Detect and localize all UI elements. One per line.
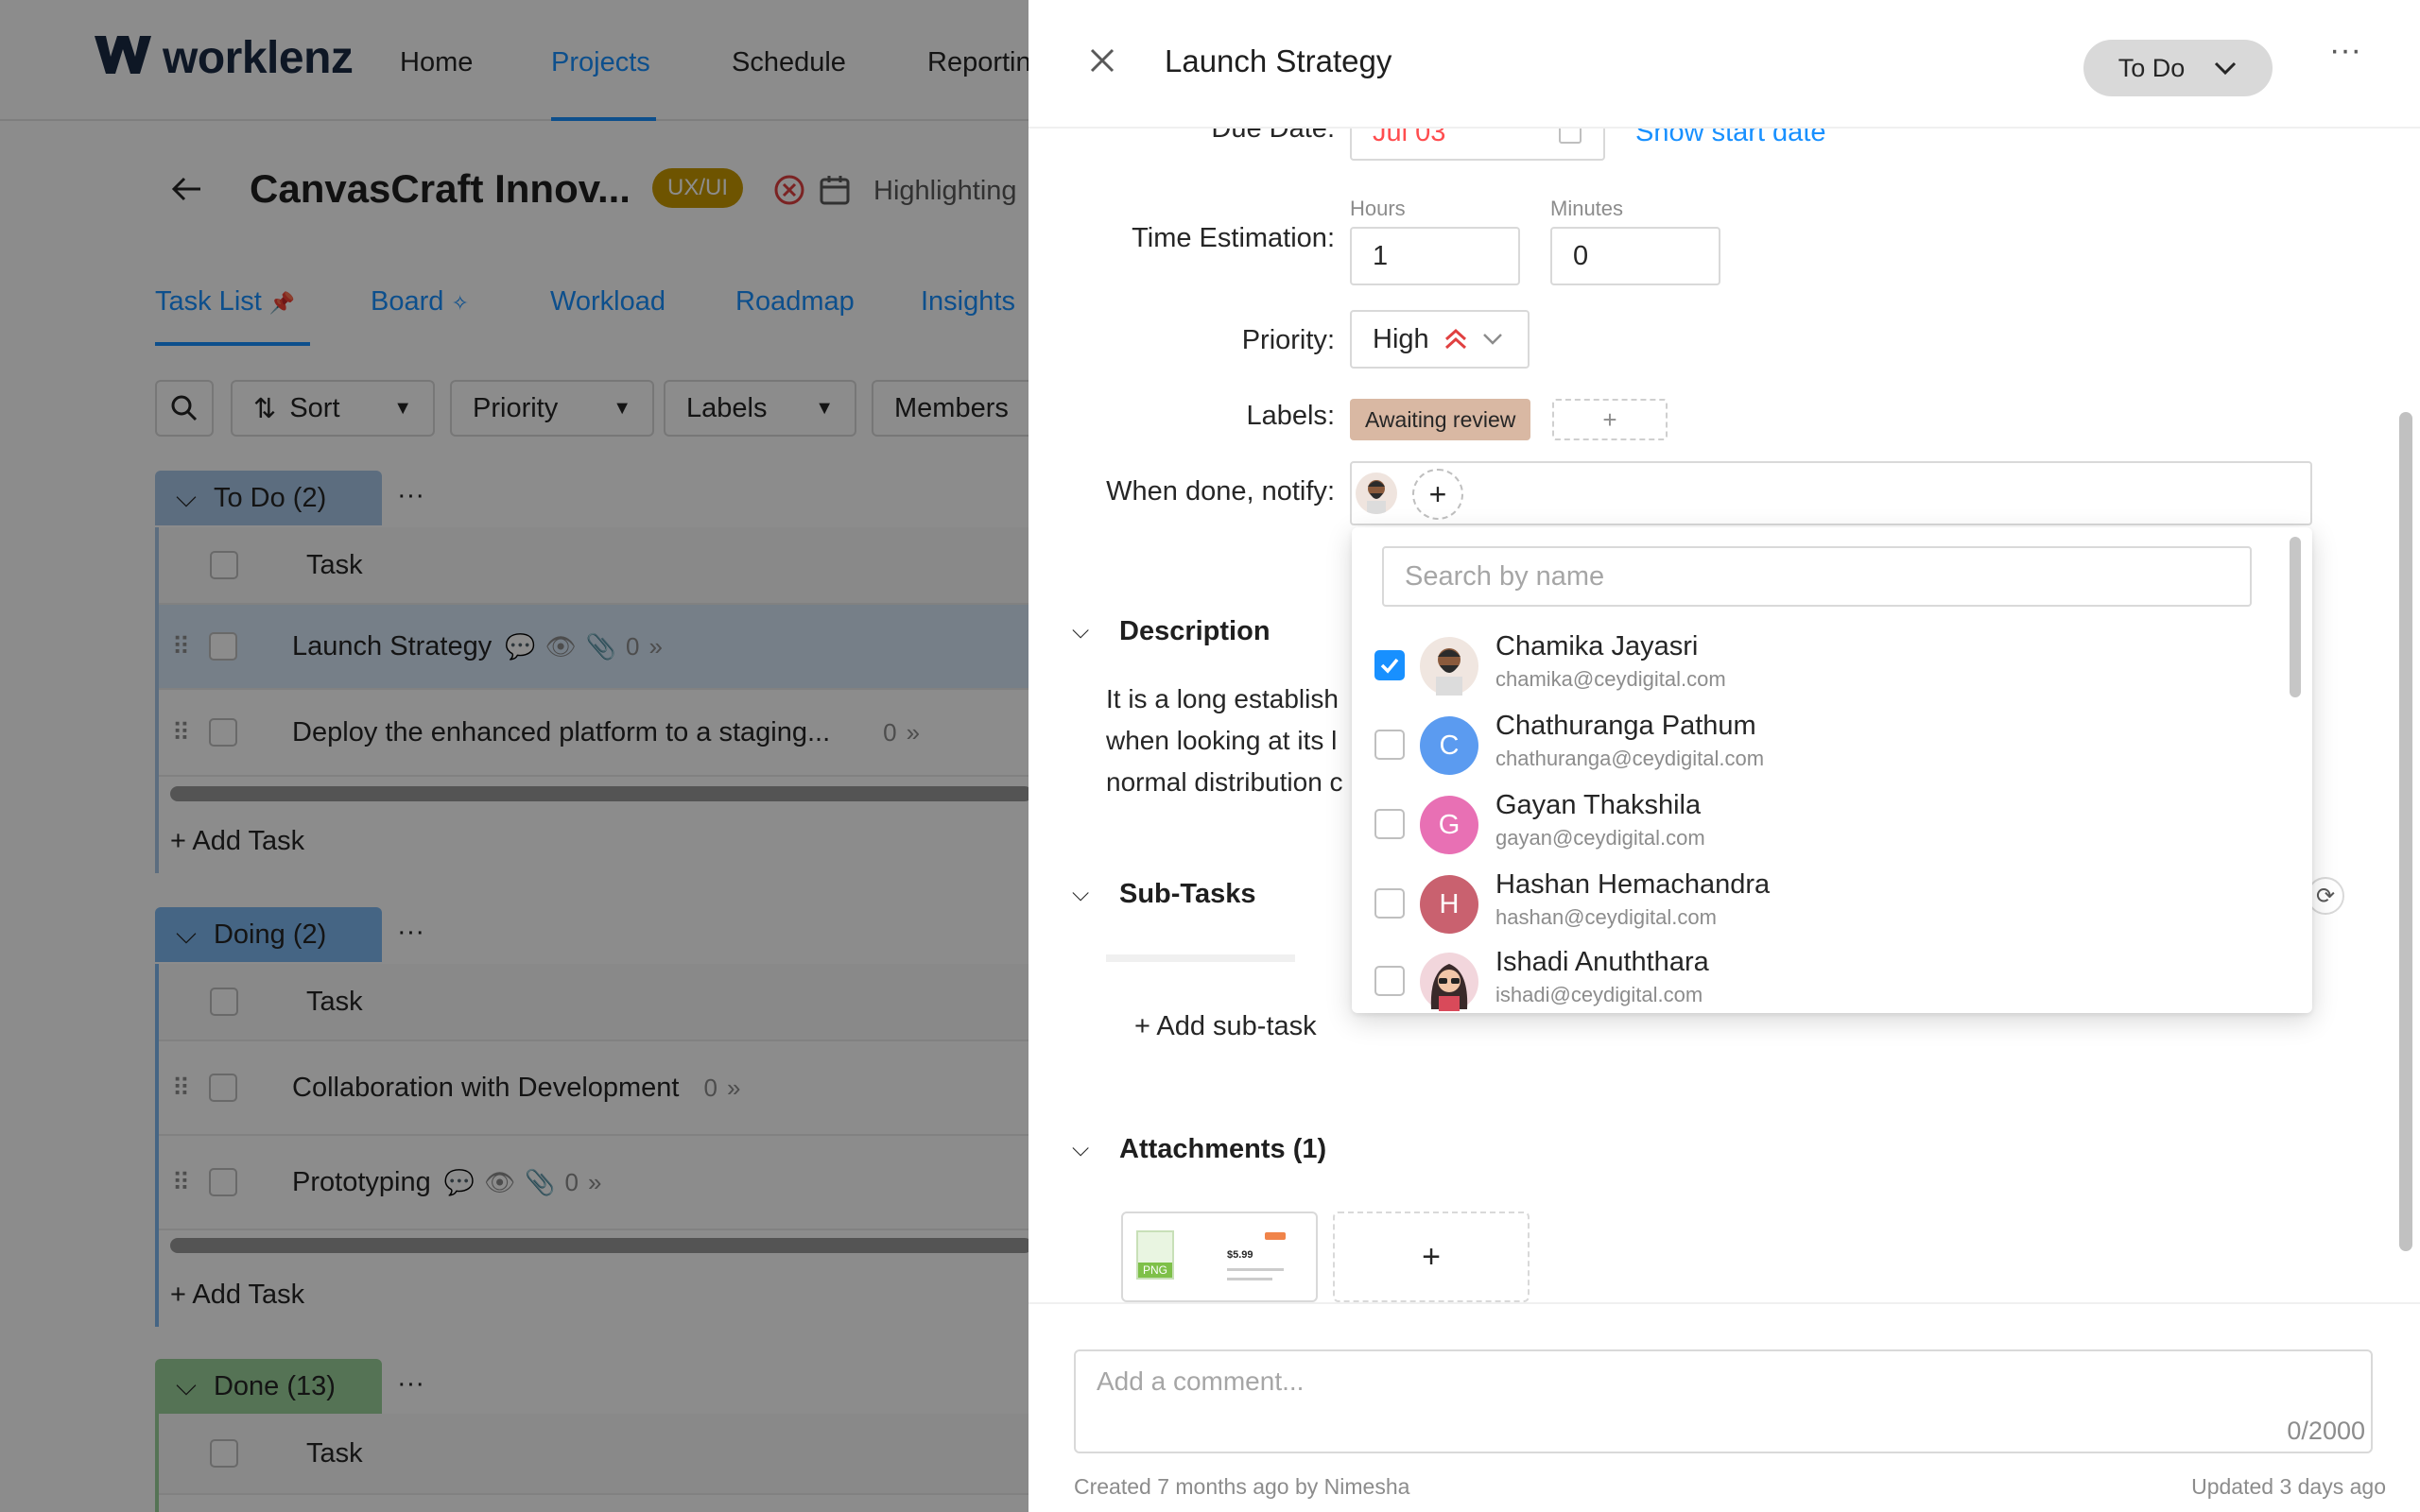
preview-price: $5.99 xyxy=(1227,1249,1253,1261)
notify-label: When done, notify: xyxy=(1106,476,1335,507)
member-checkbox[interactable] xyxy=(1374,730,1405,760)
labels-label: Labels: xyxy=(1246,401,1335,431)
description-text[interactable]: It is a long establish when looking at i… xyxy=(1106,679,1343,803)
plus-icon: + xyxy=(1428,476,1447,511)
member-search-input[interactable] xyxy=(1382,546,2252,607)
description-line: It is a long establish xyxy=(1106,684,1339,713)
subtasks-title[interactable]: Sub-Tasks xyxy=(1119,879,1256,910)
close-icon[interactable] xyxy=(1087,45,1117,76)
more-options-icon[interactable]: ··· xyxy=(2329,32,2361,69)
member-option[interactable]: Chamika Jayasri chamika@ceydigital.com xyxy=(1352,622,2288,701)
member-option[interactable]: Ishadi Anuththara ishadi@ceydigital.com xyxy=(1352,937,2288,1013)
preview-line xyxy=(1227,1278,1272,1280)
attachment-thumbnail[interactable]: PNG $5.99 xyxy=(1121,1211,1318,1302)
chevron-down-icon[interactable]: ⌵ xyxy=(1072,1136,1089,1162)
member-avatar: G xyxy=(1420,796,1478,854)
member-select-dropdown: Chamika Jayasri chamika@ceydigital.com C Ch… xyxy=(1352,527,2312,1013)
priority-value: High xyxy=(1373,323,1429,354)
notify-members-field[interactable]: + xyxy=(1350,461,2312,525)
drawer-backdrop[interactable] xyxy=(0,0,1028,1512)
member-option[interactable]: G Gayan Thakshila gayan@ceydigital.com xyxy=(1352,781,2288,860)
priority-high-icon xyxy=(1444,328,1466,350)
status-label: To Do xyxy=(2118,53,2186,82)
priority-select[interactable]: High xyxy=(1350,310,1530,369)
task-title[interactable]: Launch Strategy xyxy=(1165,43,1392,79)
member-name: Chamika Jayasri xyxy=(1495,631,1699,662)
member-checkbox[interactable] xyxy=(1374,966,1405,996)
plus-icon: + xyxy=(1602,404,1617,434)
member-email: chamika@ceydigital.com xyxy=(1495,667,1726,691)
member-avatar: C xyxy=(1420,716,1478,775)
plus-icon: + xyxy=(1422,1238,1441,1275)
add-attachment-button[interactable]: + xyxy=(1333,1211,1530,1302)
avatar-initial: C xyxy=(1439,730,1460,761)
comment-counter: 0/2000 xyxy=(2287,1417,2365,1445)
status-dropdown[interactable]: To Do xyxy=(2083,40,2273,96)
chevron-down-icon xyxy=(1482,334,1502,345)
member-option[interactable]: C Chathuranga Pathum chathuranga@ceydigita… xyxy=(1352,701,2288,781)
description-title[interactable]: Description xyxy=(1119,616,1270,647)
attachments-title[interactable]: Attachments (1) xyxy=(1119,1134,1326,1165)
created-info: Created 7 months ago by Nimesha xyxy=(1074,1474,1410,1499)
drawer-header: Launch Strategy To Do ··· xyxy=(1028,0,2420,129)
member-name: Gayan Thakshila xyxy=(1495,790,1702,820)
member-email: gayan@ceydigital.com xyxy=(1495,826,1705,850)
member-checkbox[interactable] xyxy=(1374,650,1405,680)
label-chip[interactable]: Awaiting review xyxy=(1350,399,1531,440)
member-name: Ishadi Anuththara xyxy=(1495,947,1709,977)
drawer-scrollbar[interactable] xyxy=(2399,412,2412,1251)
preview-line xyxy=(1227,1268,1284,1271)
notify-avatar[interactable] xyxy=(1356,472,1397,514)
priority-label: Priority: xyxy=(1241,325,1335,355)
add-notify-member-button[interactable]: + xyxy=(1412,469,1463,520)
member-name: Chathuranga Pathum xyxy=(1495,711,1756,741)
member-checkbox[interactable] xyxy=(1374,888,1405,919)
member-name: Hashan Hemachandra xyxy=(1495,869,1771,900)
description-line: when looking at its l xyxy=(1106,726,1338,755)
add-label-button[interactable]: + xyxy=(1552,399,1668,440)
comment-input[interactable]: Add a comment... 0/2000 xyxy=(1074,1349,2373,1453)
preview-badge xyxy=(1265,1232,1286,1240)
minutes-input[interactable]: 0 xyxy=(1550,227,1720,285)
member-option[interactable]: H Hashan Hemachandra hashan@ceydigital.com xyxy=(1352,860,2288,939)
file-ext: PNG xyxy=(1138,1263,1172,1278)
minutes-label: Minutes xyxy=(1550,197,1624,220)
dropdown-scrollbar[interactable] xyxy=(2290,537,2301,697)
member-checkbox[interactable] xyxy=(1374,809,1405,839)
subtask-progress-track xyxy=(1106,954,1295,962)
description-line: normal distribution c xyxy=(1106,767,1343,797)
add-subtask-button[interactable]: + Add sub-task xyxy=(1134,1011,1317,1042)
hours-input[interactable]: 1 xyxy=(1350,227,1520,285)
check-icon xyxy=(1380,658,1399,674)
png-file-icon: PNG xyxy=(1136,1230,1174,1280)
hours-label: Hours xyxy=(1350,197,1406,220)
comment-placeholder: Add a comment... xyxy=(1097,1366,1305,1396)
member-email: ishadi@ceydigital.com xyxy=(1495,983,1703,1006)
member-avatar xyxy=(1420,953,1478,1011)
chevron-down-icon[interactable]: ⌵ xyxy=(1072,881,1089,907)
refresh-icon[interactable]: ⟳ xyxy=(2307,877,2344,915)
member-email: chathuranga@ceydigital.com xyxy=(1495,747,1765,770)
chevron-down-icon xyxy=(2215,61,2237,76)
member-email: hashan@ceydigital.com xyxy=(1495,905,1717,929)
member-avatar xyxy=(1420,637,1478,696)
chevron-down-icon[interactable]: ⌵ xyxy=(1072,618,1089,644)
avatar-initial: G xyxy=(1438,809,1461,840)
updated-info: Updated 3 days ago xyxy=(2191,1474,2386,1499)
time-estimation-label: Time Estimation: xyxy=(1132,223,1335,253)
member-avatar: H xyxy=(1420,875,1478,934)
avatar-initial: H xyxy=(1439,888,1460,919)
